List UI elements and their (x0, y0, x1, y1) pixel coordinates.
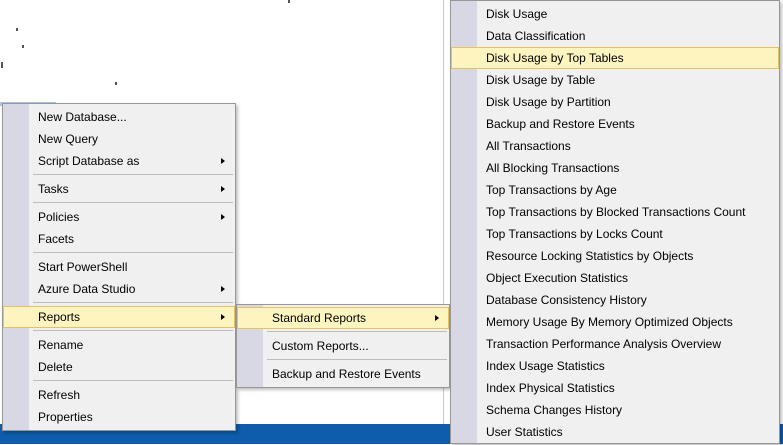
menu-item-label: Standard Reports (272, 311, 367, 325)
menu-item-label: Backup and Restore Events (272, 367, 421, 381)
menu-item-label: Disk Usage by Top Tables (486, 51, 624, 65)
submenu-arrow-icon (221, 214, 225, 220)
menu-item-properties[interactable]: Properties (3, 406, 235, 428)
standard-reports-submenu: Disk Usage Data Classification Disk Usage … (450, 0, 780, 444)
menu-item-user-statistics[interactable]: User Statistics (451, 421, 779, 443)
menu-item-label: Object Execution Statistics (486, 271, 629, 285)
menu-item-label: All Blocking Transactions (486, 161, 620, 175)
menu-item-label: Disk Usage by Table (486, 73, 596, 87)
menu-item-label: New Database... (38, 110, 127, 124)
menu-item-schema-changes-history[interactable]: Schema Changes History (451, 399, 779, 421)
menu-item-index-physical-statistics[interactable]: Index Physical Statistics (451, 377, 779, 399)
menu-item-label: Backup and Restore Events (486, 117, 635, 131)
menu-body: Disk Usage Data Classification Disk Usage … (451, 1, 779, 445)
menu-item-label: Disk Usage by Partition (486, 95, 611, 109)
menu-item-label: Reports (38, 310, 81, 324)
menu-item-script-database-as[interactable]: Script Database as (3, 150, 235, 172)
menu-item-label: Database Consistency History (486, 293, 647, 307)
menu-item-facets[interactable]: Facets (3, 228, 235, 250)
menu-item-label: New Query (38, 132, 99, 146)
menu-item-label: Transaction Performance Analysis Overvie… (486, 337, 721, 351)
menu-item-custom-reports[interactable]: Custom Reports... (237, 335, 449, 357)
menu-item-delete[interactable]: Delete (3, 356, 235, 378)
menu-item-label: Custom Reports... (272, 339, 369, 353)
menu-item-label: Schema Changes History (486, 403, 623, 417)
menu-item-top-transactions-by-locks-count[interactable]: Top Transactions by Locks Count (451, 223, 779, 245)
menu-item-all-transactions[interactable]: All Transactions (451, 135, 779, 157)
menu-item-backup-and-restore-events[interactable]: Backup and Restore Events (451, 113, 779, 135)
menu-item-label: Policies (38, 210, 80, 224)
menu-item-label: Memory Usage By Memory Optimized Objects (486, 315, 733, 329)
bg-artifact (1, 62, 3, 68)
menu-item-label: Rename (38, 338, 84, 352)
menu-item-label: Facets (38, 232, 75, 246)
menu-item-tasks[interactable]: Tasks (3, 178, 235, 200)
menu-item-new-database[interactable]: New Database... (3, 106, 235, 128)
menu-item-label: User Statistics (486, 425, 563, 439)
submenu-arrow-icon (435, 315, 439, 321)
menu-item-label: Disk Usage (486, 7, 548, 21)
menu-item-label: Script Database as (38, 154, 140, 168)
menu-item-label: Resource Locking Statistics by Objects (486, 249, 694, 263)
menu-item-refresh[interactable]: Refresh (3, 384, 235, 406)
menu-item-label: Top Transactions by Locks Count (486, 227, 663, 241)
menu-item-transaction-performance-analysis-overview[interactable]: Transaction Performance Analysis Overvie… (451, 333, 779, 355)
menu-item-object-execution-statistics[interactable]: Object Execution Statistics (451, 267, 779, 289)
database-context-menu: New Database... New Query Script Database … (2, 103, 236, 431)
menu-item-label: Top Transactions by Blocked Transactions… (486, 205, 746, 219)
submenu-arrow-icon (221, 158, 225, 164)
menu-item-top-transactions-by-age[interactable]: Top Transactions by Age (451, 179, 779, 201)
menu-item-label: Top Transactions by Age (486, 183, 617, 197)
menu-item-memory-usage-by-memory-optimized-objects[interactable]: Memory Usage By Memory Optimized Objects (451, 311, 779, 333)
menu-item-label: Properties (38, 410, 93, 424)
menu-item-database-consistency-history[interactable]: Database Consistency History (451, 289, 779, 311)
bg-artifact (16, 28, 18, 31)
reports-submenu: Standard Reports Custom Reports... Backup … (236, 304, 450, 388)
menu-item-rename[interactable]: Rename (3, 334, 235, 356)
menu-item-backup-and-restore-events[interactable]: Backup and Restore Events (237, 363, 449, 385)
menu-item-start-powershell[interactable]: Start PowerShell (3, 256, 235, 278)
menu-item-label: Delete (38, 360, 73, 374)
submenu-arrow-icon (221, 286, 225, 292)
submenu-arrow-icon (221, 314, 225, 320)
menu-item-all-blocking-transactions[interactable]: All Blocking Transactions (451, 157, 779, 179)
menu-item-azure-data-studio[interactable]: Azure Data Studio (3, 278, 235, 300)
menu-item-new-query[interactable]: New Query (3, 128, 235, 150)
menu-item-reports[interactable]: Reports (3, 306, 235, 328)
bg-artifact (115, 82, 117, 85)
menu-item-disk-usage-by-top-tables[interactable]: Disk Usage by Top Tables (451, 47, 779, 69)
menu-item-standard-reports[interactable]: Standard Reports (237, 307, 449, 329)
menu-item-label: Tasks (38, 182, 69, 196)
bg-artifact (22, 45, 24, 48)
menu-item-label: Refresh (38, 388, 81, 402)
bg-artifact (288, 0, 290, 3)
menu-item-resource-locking-statistics-by-objects[interactable]: Resource Locking Statistics by Objects (451, 245, 779, 267)
menu-item-top-transactions-by-blocked-transactions-count[interactable]: Top Transactions by Blocked Transactions… (451, 201, 779, 223)
menu-body: New Database... New Query Script Database … (3, 104, 235, 430)
menu-item-label: Index Usage Statistics (486, 359, 605, 373)
menu-item-label: All Transactions (486, 139, 571, 153)
menu-item-policies[interactable]: Policies (3, 206, 235, 228)
submenu-arrow-icon (221, 186, 225, 192)
menu-body: Standard Reports Custom Reports... Backup … (237, 305, 449, 387)
menu-item-label: Data Classification (486, 29, 586, 43)
menu-item-disk-usage[interactable]: Disk Usage (451, 3, 779, 25)
menu-item-label: Index Physical Statistics (486, 381, 615, 395)
menu-item-label: Start PowerShell (38, 260, 128, 274)
menu-item-label: Azure Data Studio (38, 282, 136, 296)
menu-item-disk-usage-by-partition[interactable]: Disk Usage by Partition (451, 91, 779, 113)
menu-item-disk-usage-by-table[interactable]: Disk Usage by Table (451, 69, 779, 91)
menu-item-data-classification[interactable]: Data Classification (451, 25, 779, 47)
menu-item-index-usage-statistics[interactable]: Index Usage Statistics (451, 355, 779, 377)
